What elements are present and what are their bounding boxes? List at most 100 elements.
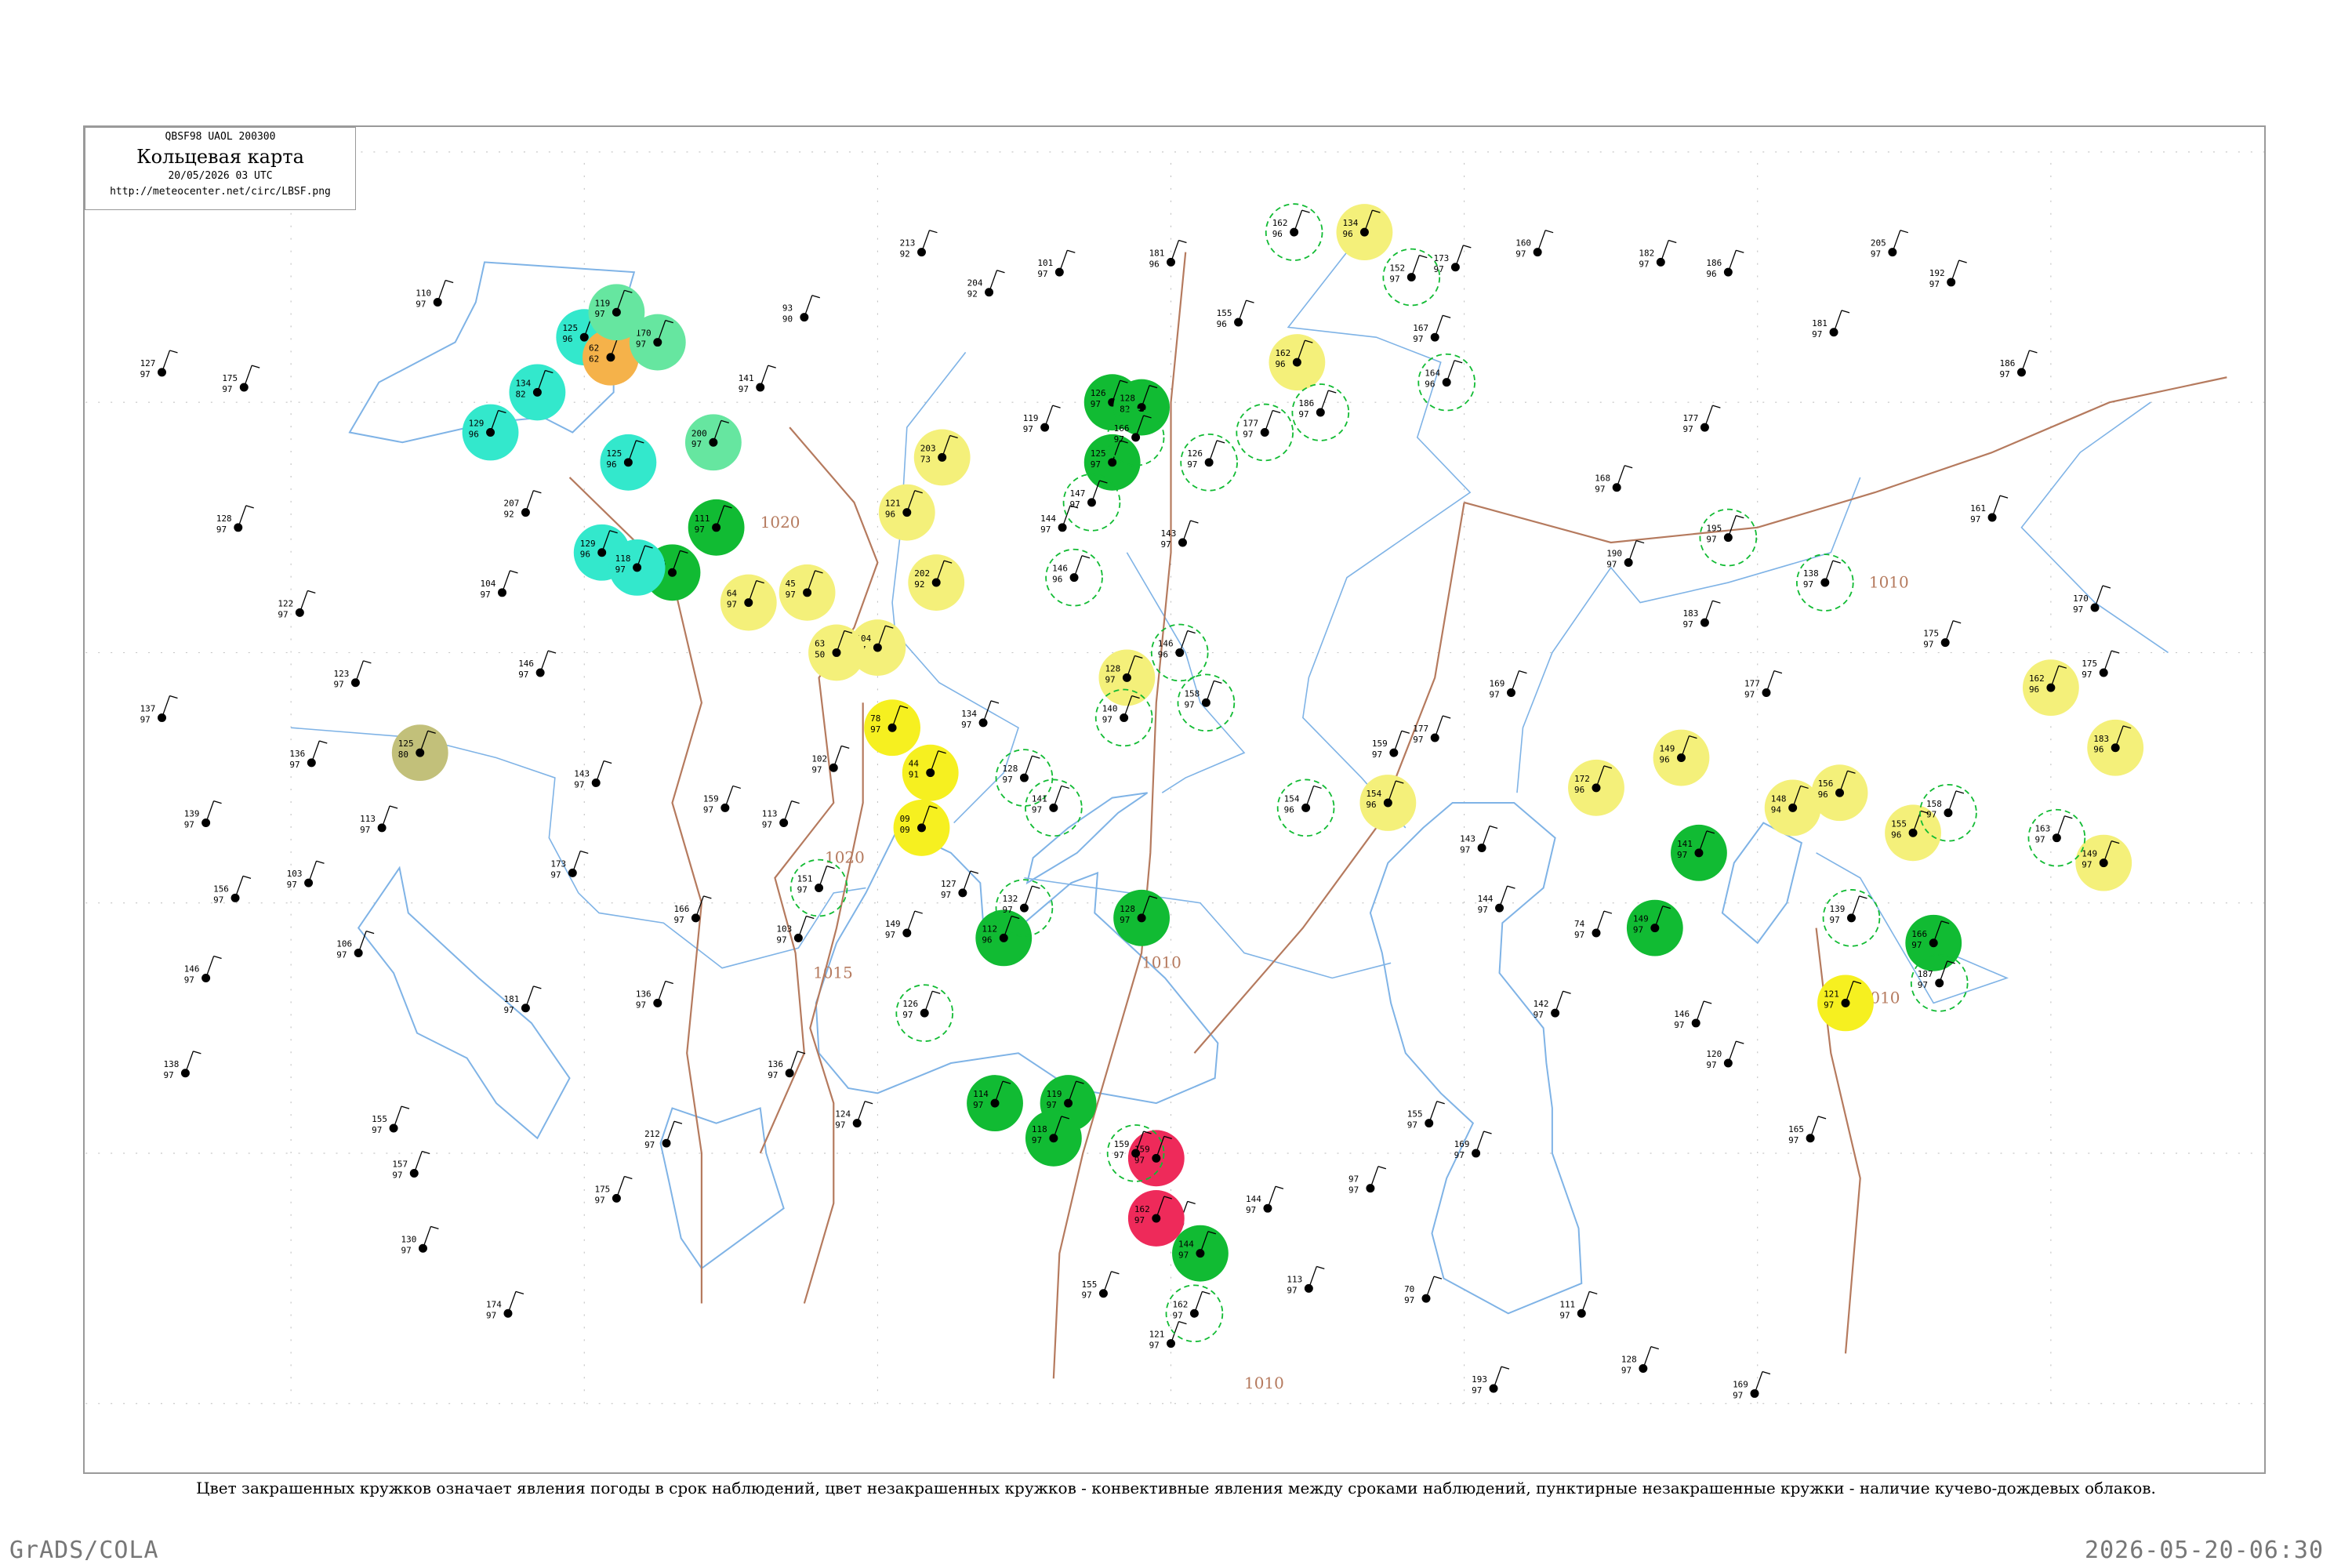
weather-circle-filled[interactable]: 14997 xyxy=(1626,899,1683,956)
station-plot[interactable]: 16897 xyxy=(1595,465,1633,495)
weather-circle-filled[interactable]: 0909 xyxy=(893,800,950,856)
station-plot[interactable]: 16496 xyxy=(1425,360,1463,390)
station-plot[interactable]: 20492 xyxy=(967,270,1005,299)
station-plot[interactable]: 12297 xyxy=(278,590,316,619)
weather-circle-filled[interactable]: 14894 xyxy=(1764,779,1821,837)
station-plot[interactable]: 12897 xyxy=(216,505,254,535)
weather-circle-filled[interactable]: 12196 xyxy=(878,484,935,541)
weather-circle-dashed[interactable]: 15496 xyxy=(1276,779,1335,837)
weather-circle-filled[interactable]: 11897 xyxy=(1025,1109,1082,1167)
weather-circle-dashed[interactable]: 15197 xyxy=(789,858,848,917)
station-plot[interactable]: 13697 xyxy=(289,740,328,770)
station-plot[interactable]: 14297 xyxy=(1534,990,1571,1020)
station-plot[interactable]: 7097 xyxy=(1404,1276,1443,1305)
station-plot[interactable]: 12497 xyxy=(835,1101,873,1131)
station-plot[interactable]: 12697 xyxy=(902,990,941,1020)
station-plot[interactable]: 14397 xyxy=(1460,825,1498,855)
weather-circle-filled[interactable]: 15997 xyxy=(1127,1130,1185,1187)
station-plot[interactable]: 17597 xyxy=(594,1175,633,1205)
weather-circle-filled[interactable]: 16297 xyxy=(1127,1190,1185,1247)
station-plot[interactable]: 17797 xyxy=(1243,409,1281,440)
station-plot[interactable]: 13897 xyxy=(164,1051,201,1080)
station-plot[interactable]: 12097 xyxy=(1706,1040,1744,1070)
station-plot[interactable]: 17797 xyxy=(1682,405,1721,434)
weather-circle-dashed[interactable]: 15897 xyxy=(1919,783,1977,842)
station-plot[interactable]: 15597 xyxy=(372,1105,410,1135)
weather-circle-dashed[interactable]: 19597 xyxy=(1699,508,1758,567)
station-plot[interactable]: 14497 xyxy=(1040,505,1079,535)
weather-circle-filled[interactable]: 4491 xyxy=(902,744,959,801)
station-plot[interactable]: 18297 xyxy=(1639,239,1677,269)
station-plot[interactable]: 21392 xyxy=(900,230,938,260)
station-plot[interactable]: 20792 xyxy=(503,490,542,520)
station-plot[interactable]: 14197 xyxy=(1032,785,1069,815)
station-plot[interactable]: 10397 xyxy=(776,915,815,945)
weather-circle-dashed[interactable]: 12697 xyxy=(895,984,954,1042)
station-plot[interactable]: 11997 xyxy=(1023,405,1061,434)
weather-circle-filled[interactable]: 4597 xyxy=(779,564,836,621)
station-plot[interactable]: 16097 xyxy=(1515,230,1554,260)
station-plot[interactable]: 14697 xyxy=(184,955,222,985)
station-plot[interactable]: 11397 xyxy=(762,800,800,830)
station-plot[interactable]: 15797 xyxy=(392,1150,430,1181)
weather-circle-dashed[interactable]: 13997 xyxy=(1822,889,1881,947)
station-plot[interactable]: 17597 xyxy=(222,365,260,394)
station-plot[interactable]: 17597 xyxy=(2082,650,2120,680)
station-plot[interactable]: 13897 xyxy=(1803,560,1841,590)
station-plot[interactable]: 16397 xyxy=(2034,815,2073,845)
station-plot[interactable]: 13997 xyxy=(184,800,222,830)
station-plot[interactable]: 18697 xyxy=(2000,350,2038,379)
weather-circle-dashed[interactable]: 18697 xyxy=(1291,383,1350,441)
weather-circle-dashed[interactable]: 14696 xyxy=(1045,548,1103,607)
station-plot[interactable]: 11197 xyxy=(1559,1290,1598,1320)
weather-circle-dashed[interactable]: 14696 xyxy=(1150,623,1209,682)
station-plot[interactable]: 14697 xyxy=(518,650,557,680)
weather-circle-filled[interactable]: 12597 xyxy=(1083,434,1141,491)
station-plot[interactable]: 16197 xyxy=(1970,495,2009,524)
station-plot[interactable]: 16997 xyxy=(1454,1131,1492,1160)
weather-circle-dashed[interactable]: 15897 xyxy=(1177,673,1236,732)
station-plot[interactable]: 18197 xyxy=(1812,310,1850,339)
weather-circle-dashed[interactable]: 14197 xyxy=(1025,779,1083,837)
weather-circle-filled[interactable]: 12596 xyxy=(600,434,657,491)
station-plot[interactable]: 11097 xyxy=(416,279,454,310)
station-plot[interactable]: 9797 xyxy=(1348,1166,1387,1196)
station-plot[interactable]: 13097 xyxy=(401,1225,439,1255)
station-plot[interactable]: 13497 xyxy=(961,700,1000,730)
weather-circle-filled[interactable]: 11997 xyxy=(588,284,645,341)
station-plot[interactable]: 13697 xyxy=(636,980,673,1010)
weather-circle-filled[interactable]: 14197 xyxy=(1671,824,1727,881)
station-plot[interactable]: 10297 xyxy=(811,745,850,775)
weather-circle-filled[interactable]: 16296 xyxy=(2022,659,2079,717)
weather-circle-filled[interactable]: 12580 xyxy=(391,724,448,782)
weather-circle-filled[interactable]: 13482 xyxy=(509,364,566,421)
station-plot[interactable]: 14497 xyxy=(1246,1185,1284,1215)
weather-circle-dashed[interactable]: 12697 xyxy=(1180,433,1238,492)
weather-circle-filled[interactable]: 20373 xyxy=(913,429,971,486)
weather-circle-filled[interactable]: 13496 xyxy=(1336,204,1393,261)
weather-circle-filled[interactable]: 18396 xyxy=(2087,719,2144,776)
station-plot[interactable]: 14697 xyxy=(1674,1000,1712,1030)
station-plot[interactable]: 15596 xyxy=(1217,299,1254,329)
station-plot[interactable]: 10197 xyxy=(1037,249,1076,279)
weather-circle-dashed[interactable]: 14797 xyxy=(1062,474,1121,532)
station-plot[interactable]: 13997 xyxy=(1830,895,1867,925)
station-plot[interactable]: 14997 xyxy=(885,910,923,940)
station-plot[interactable]: 12797 xyxy=(140,350,178,379)
weather-circle-filled[interactable]: 11296 xyxy=(975,909,1033,967)
weather-circle-filled[interactable]: 20097 xyxy=(684,414,742,471)
weather-circle-filled[interactable]: 14996 xyxy=(1653,729,1710,786)
weather-circle-filled[interactable]: 20292 xyxy=(908,554,965,611)
station-plot[interactable]: 18196 xyxy=(1149,239,1187,269)
map-url[interactable]: http://meteocenter.net/circ/LBSF.png xyxy=(85,186,355,198)
station-plot[interactable]: 19297 xyxy=(1929,260,1967,289)
station-plot[interactable]: 14397 xyxy=(574,760,612,790)
station-plot[interactable]: 15597 xyxy=(1407,1101,1445,1131)
station-plot[interactable]: 17397 xyxy=(550,850,589,880)
weather-circle-filled[interactable]: 6497 xyxy=(720,574,777,631)
station-plot[interactable]: 7497 xyxy=(1574,910,1613,940)
station-plot[interactable]: 18696 xyxy=(1706,249,1744,279)
station-plot[interactable]: 16997 xyxy=(1733,1370,1771,1400)
station-plot[interactable]: 18197 xyxy=(503,985,542,1015)
station-plot[interactable]: 15897 xyxy=(1184,680,1222,710)
